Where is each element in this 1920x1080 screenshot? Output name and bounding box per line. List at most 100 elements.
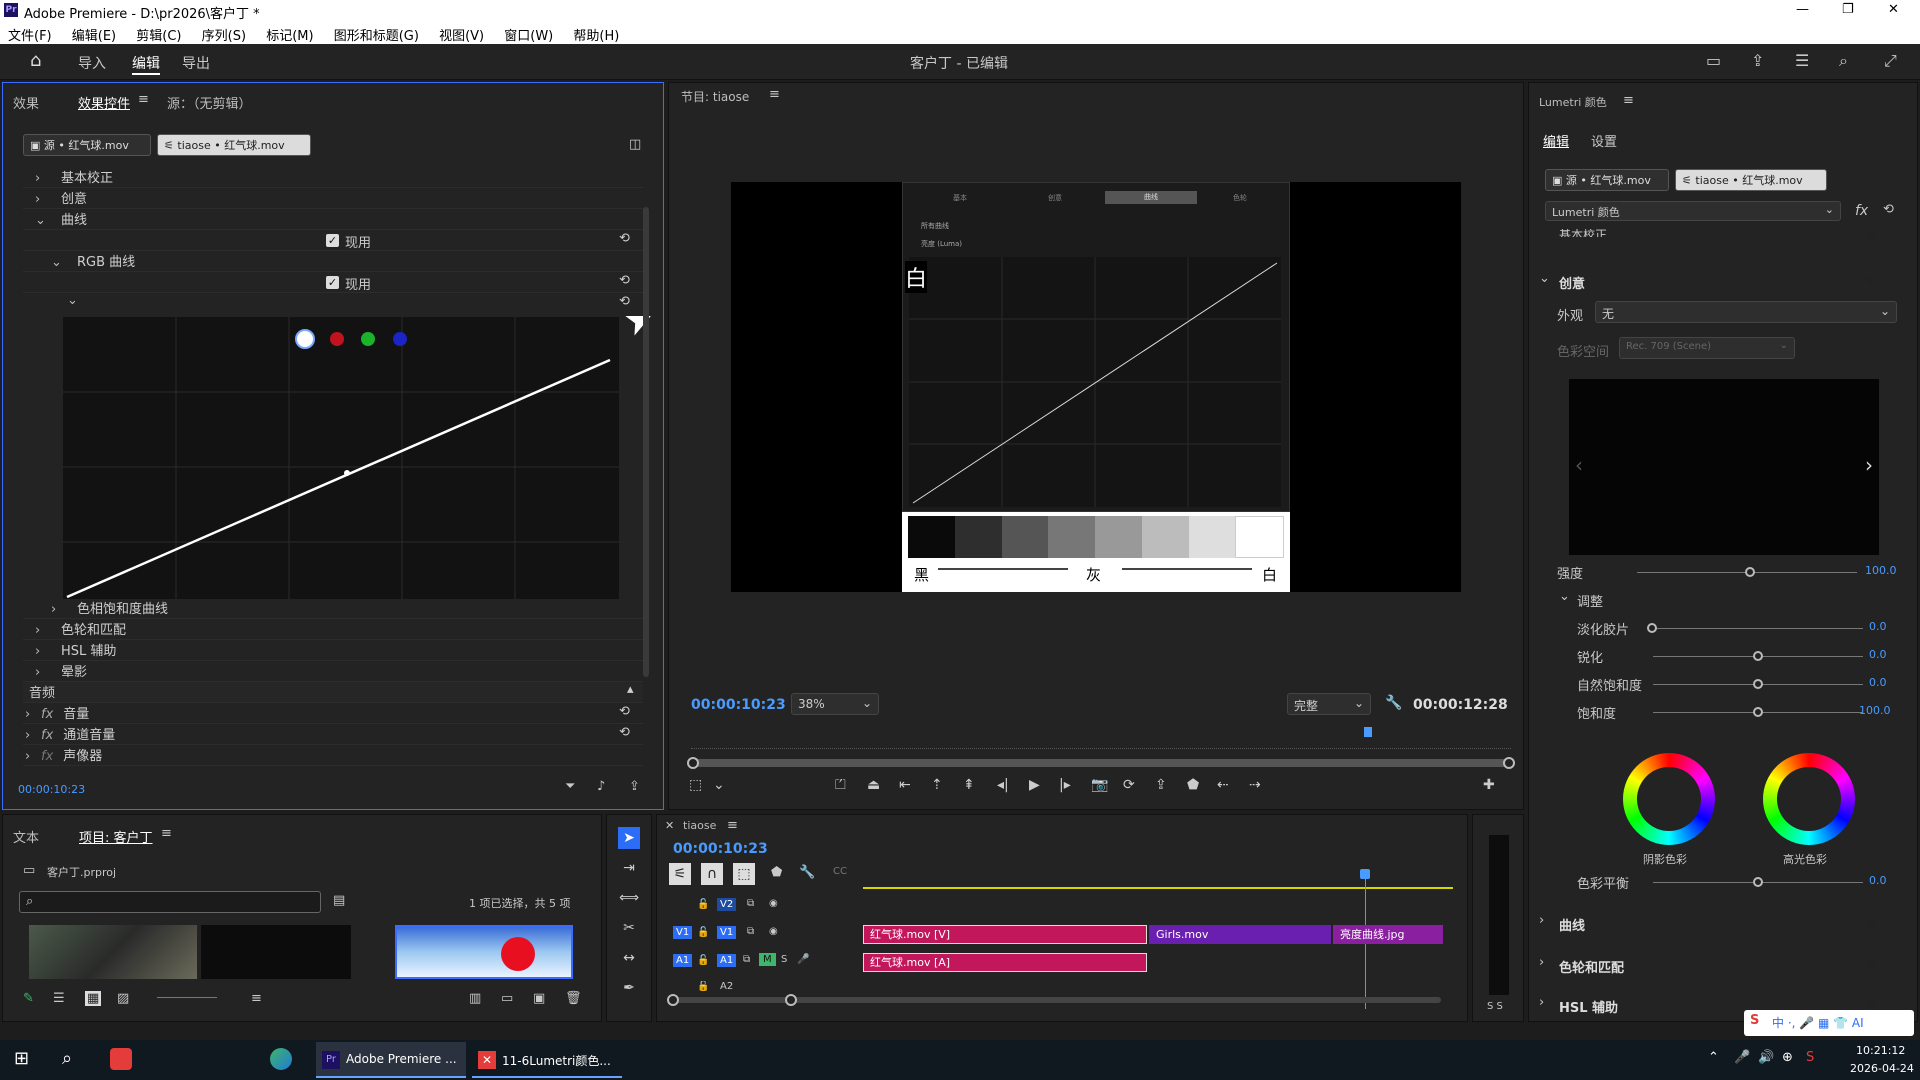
chevron-right-icon[interactable]: › [1865,453,1873,477]
lock-icon[interactable]: 🔓 [697,927,709,938]
edge-icon[interactable] [270,1048,292,1070]
chevron-right-icon[interactable]: › [1539,995,1544,1010]
linked-icon[interactable]: ∩ [701,863,723,885]
volume-icon[interactable]: 🔊 [1758,1050,1774,1065]
minimize-button[interactable]: — [1796,2,1809,17]
camera-icon[interactable]: 📷 [1091,777,1108,793]
section-creative[interactable]: 创意 [1559,273,1585,292]
tab-import[interactable]: 导入 [78,53,106,73]
safe-margins-icon[interactable]: ⬚ [689,777,702,793]
timeline-timecode[interactable]: 00:00:10:23 [673,841,768,857]
sharpen-knob[interactable] [1753,651,1763,661]
lock-icon[interactable]: 🔓 [697,981,709,992]
saturation-knob[interactable] [1753,707,1763,717]
chevron-left-icon[interactable]: ‹ [1575,453,1583,477]
enable-checkbox[interactable]: ✓ [326,234,339,247]
mute-button[interactable]: M [759,953,776,966]
go-to-in-icon[interactable]: ⇤ [899,777,911,793]
row-wheels[interactable]: › 色轮和匹配 [23,619,643,640]
mark-in-icon[interactable]: ⏍ [835,777,846,793]
source-patch[interactable]: V1 [673,926,693,939]
zoom-select[interactable]: 38% ⌄ [791,693,879,715]
eye-icon[interactable]: ◉ [769,898,778,909]
timeline-scrollbar[interactable] [667,994,1441,1006]
reset-icon[interactable]: ⟲ [619,231,630,246]
taskbar-premiere[interactable]: Pr Adobe Premiere ... [316,1042,466,1078]
row-rgb-curves[interactable]: ⌄ RGB 曲线 [23,251,643,272]
insert-icon[interactable]: ⇠ [1217,777,1229,793]
adjust-label[interactable]: 调整 [1577,591,1603,610]
captions-icon[interactable]: CC [833,866,847,877]
lock-icon[interactable]: 🔓 [697,955,709,966]
look-preview[interactable]: ‹ › [1569,379,1879,555]
sync-icon[interactable]: ⧉ [747,898,754,909]
scrollbar[interactable] [643,207,649,677]
zoom-slider[interactable] [157,997,217,998]
menu-edit[interactable]: 编辑(E) [72,29,116,44]
row-hsl[interactable]: › HSL 辅助 [23,640,643,661]
search-icon[interactable]: ⌕ [1839,51,1848,71]
play-icon[interactable]: ▶ [1029,777,1040,793]
clip-tab-source[interactable]: ▣ 源 • 红气球.mov [23,134,151,156]
clip-red-balloon-audio[interactable]: 红气球.mov [A] [863,953,1147,972]
ime-toolbar[interactable]: S 中 ·, 🎤 ▦ 👕 AI [1744,1010,1914,1036]
loop-icon[interactable]: ⟳ [1123,777,1135,793]
reset-icon[interactable]: ⟲ [619,273,630,288]
tab-project[interactable]: 项目: 客户丁 [79,827,153,846]
clock-date[interactable]: 2026-04-24 [1850,1062,1914,1075]
tab-edit[interactable]: 编辑 [132,53,160,75]
ripple-edit-icon[interactable]: ⟺ [618,887,640,909]
intensity-knob[interactable] [1745,567,1755,577]
nest-icon[interactable]: ⬚ [733,863,755,885]
lumetri-clip-sequence[interactable]: ⚟ tiaose • 红气球.mov [1675,169,1827,191]
lift-icon[interactable]: ⇡ [931,777,943,793]
scroll-handle-right[interactable] [785,994,797,1006]
wrench-icon[interactable]: 🔧 [799,865,815,880]
clip-red-balloon-video[interactable]: 红气球.mov [V] [863,925,1147,944]
extract-icon[interactable]: ⇞ [963,777,975,793]
section-hsl[interactable]: HSL 辅助 [1559,997,1618,1016]
overwrite-icon[interactable]: ⇢ [1249,777,1261,793]
lumetri-clip-source[interactable]: ▣ 源 • 红气球.mov [1545,169,1669,191]
step-back-icon[interactable]: ◂| [997,777,1009,793]
thumb-2[interactable] [201,925,351,979]
sync-icon[interactable]: ⧉ [747,926,754,937]
eye-icon[interactable]: ◉ [769,926,778,937]
marker-icon[interactable]: ⬟ [1187,777,1199,793]
snap-icon[interactable]: ⚟ [669,863,691,885]
freeform-view-icon[interactable]: ▨ [117,991,129,1006]
menu-file[interactable]: 文件(F) [8,29,52,44]
new-bin-icon[interactable]: ▤ [333,893,345,908]
quality-select[interactable]: 完整 ⌄ [1287,693,1371,715]
program-timecode-current[interactable]: 00:00:10:23 [691,697,786,713]
export-icon[interactable]: ⇪ [629,779,640,794]
clip-tab-sequence[interactable]: ⚟ tiaose • 红气球.mov [157,134,311,156]
export-frame-icon[interactable]: ⇪ [1155,777,1167,793]
playhead-marker[interactable] [1364,727,1372,737]
track-label[interactable]: V1 [717,926,737,939]
new-item-icon[interactable]: ▣ [533,991,545,1006]
share-icon[interactable]: ⇪ [1751,51,1764,70]
menu-help[interactable]: 帮助(H) [573,29,619,44]
search-input[interactable]: ⌕ [19,891,321,913]
search-icon[interactable]: ⌕ [62,1048,72,1069]
collapse-icon[interactable]: ▴ [627,682,634,697]
clip-luma-curve[interactable]: 亮度曲线.jpg [1333,925,1443,944]
fx-icon[interactable]: fx [1855,203,1868,219]
menu-graphics[interactable]: 图形和标题(G) [334,29,419,44]
panel-menu-icon[interactable]: ≡ [769,87,780,102]
row-curve-expand[interactable]: ⌄ ⟲ [23,293,643,314]
shadow-color-wheel[interactable] [1623,753,1715,845]
effect-timecode[interactable]: 00:00:10:23 [18,783,85,796]
rgb-curve-graph[interactable] [63,317,619,599]
mic-icon[interactable]: 🎤 [797,954,809,965]
track-label[interactable]: A1 [717,954,737,967]
lock-icon[interactable]: 🔓 [697,899,709,910]
slider-value[interactable]: 100.0 [1859,704,1891,717]
row-curves[interactable]: ⌄ 曲线 [23,209,643,230]
play-audio-icon[interactable]: ♪ [597,779,605,794]
menu-sequence[interactable]: 序列(S) [202,29,246,44]
section-basic[interactable]: 基本校正 [1559,229,1607,237]
row-hue-sat[interactable]: › 色相饱和度曲线 [23,598,643,619]
chevron-down-icon[interactable]: ⌄ [713,777,725,793]
